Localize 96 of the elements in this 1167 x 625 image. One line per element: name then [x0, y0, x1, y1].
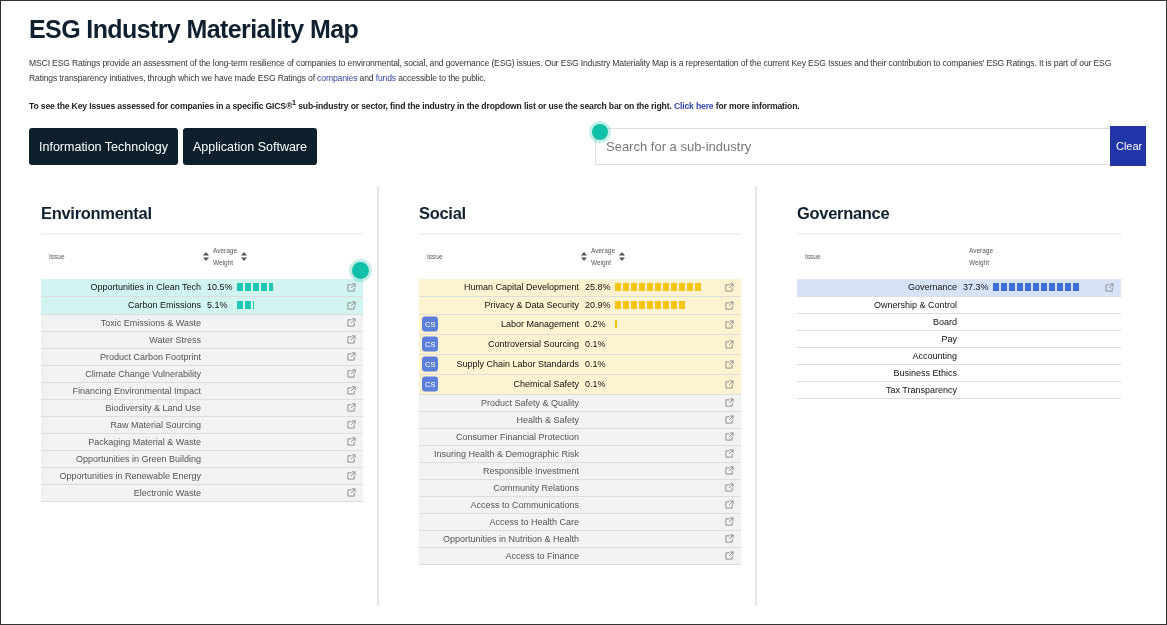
external-link-icon[interactable]	[725, 319, 734, 329]
industry-button[interactable]: Application Software	[183, 128, 317, 166]
external-link-icon[interactable]	[725, 551, 734, 561]
pillar-title: Governance	[797, 195, 1121, 235]
issue-name: Product Carbon Footprint	[99, 351, 201, 362]
weight-value: 20.9%	[585, 300, 612, 311]
external-link-icon[interactable]	[725, 398, 734, 408]
issue-name: Climate Change Vulnerability	[85, 368, 201, 379]
clear-button[interactable]: Clear	[1110, 125, 1146, 166]
external-link-icon[interactable]	[725, 300, 734, 310]
external-link-icon[interactable]	[347, 454, 356, 464]
external-link-icon[interactable]	[725, 282, 734, 292]
issue-name: Governance	[907, 282, 957, 293]
issue-name: Human Capital Development	[463, 282, 579, 293]
pillar-title: Environmental	[41, 195, 363, 235]
issue-name: Insuring Health & Demographic Risk	[433, 448, 579, 459]
external-link-icon[interactable]	[1105, 282, 1114, 292]
issue-name: Community Relations	[493, 482, 579, 493]
issue-name: Health & Safety	[516, 414, 579, 425]
external-link-icon[interactable]	[725, 432, 734, 442]
issue-name: Ownership & Control	[873, 299, 957, 310]
sort-icon[interactable]	[619, 252, 626, 262]
issue-name: Business Ethics	[893, 367, 957, 378]
external-link-icon[interactable]	[347, 488, 356, 498]
external-link-icon[interactable]	[347, 352, 356, 362]
weight-bar	[237, 301, 255, 310]
industry-button[interactable]: Information Technology	[29, 128, 179, 166]
external-link-icon[interactable]	[347, 300, 356, 310]
external-link-icon[interactable]	[725, 517, 734, 527]
external-link-icon[interactable]	[347, 318, 356, 328]
external-link-icon[interactable]	[347, 437, 356, 447]
issue-name: Access to Health Care	[489, 516, 579, 527]
page-title: ESG Industry Materiality Map	[29, 15, 360, 44]
external-link-icon[interactable]	[347, 335, 356, 345]
funds-link[interactable]: funds	[375, 73, 396, 83]
external-link-icon[interactable]	[725, 359, 734, 369]
external-link-icon[interactable]	[725, 339, 734, 349]
sort-icon[interactable]	[241, 252, 248, 262]
external-link-icon[interactable]	[347, 403, 356, 413]
issue-name: Electronic Waste	[133, 487, 201, 498]
weight-value: 5.1%	[207, 300, 229, 311]
issue-name: Accounting	[912, 350, 957, 361]
external-link-icon[interactable]	[725, 466, 734, 476]
weight-value: 0.1%	[585, 359, 607, 370]
weight-value: 10.5%	[207, 282, 234, 293]
search-field[interactable]: Search for a sub-industry	[595, 127, 1110, 165]
issue-name: Financing Environmental Impact	[72, 385, 201, 396]
issue-name: Biodiversity & Land Use	[105, 402, 201, 413]
issue-name: Opportunities in Green Building	[75, 453, 201, 464]
issue-name: Access to Communications	[470, 499, 579, 510]
weight-value: 0.1%	[585, 379, 607, 390]
pillar-title: Social	[419, 195, 741, 235]
external-link-icon[interactable]	[347, 471, 356, 481]
intro-paragraph: MSCI ESG Ratings provide an assessment of the long-term resilience of companies to environmental, social, and governance (ESG) issues. Our ESG Industry Materiality Map is a representation of the current Key ESG Issues and their contribution to companies' ESG Ratings. It is part of our ESG Ratings transparency initiatives, through which we have made ESG Ratings of companies and funds accessible to the public.	[29, 57, 1113, 85]
issue-name: Chemical Safety	[513, 379, 579, 390]
issue-name: Labor Management	[500, 319, 579, 330]
weight-value: 0.2%	[585, 319, 607, 330]
issue-name: Controversial Sourcing	[487, 339, 579, 350]
touch-marker-icon	[352, 261, 369, 279]
issue-name: Privacy & Data Security	[484, 300, 579, 311]
issue-name: Tax Transparency	[885, 384, 957, 395]
issue-name: Board	[932, 316, 957, 327]
issue-name: Supply Chain Labor Standards	[456, 359, 579, 370]
click-here-link[interactable]: Click here	[673, 100, 714, 111]
external-link-icon[interactable]	[725, 500, 734, 510]
issue-name: Responsible Investment	[482, 465, 579, 476]
external-link-icon[interactable]	[347, 282, 356, 292]
external-link-icon[interactable]	[725, 483, 734, 493]
external-link-icon[interactable]	[725, 379, 734, 389]
issue-name: Raw Material Sourcing	[110, 419, 201, 430]
issue-name: Opportunities in Clean Tech	[90, 282, 201, 293]
instruction-text: To see the Key Issues assessed for companies in a specific GICS®$^{1}$ sub-industry or sector, find the industry in the dropdown list or use the search bar on the right. Click here for more information.	[29, 98, 801, 113]
external-link-icon[interactable]	[347, 420, 356, 430]
external-link-icon[interactable]	[725, 449, 734, 459]
issue-name: Opportunities in Nutrition & Health	[442, 533, 579, 544]
issue-name: Pay	[941, 333, 957, 344]
issue-name: Water Stress	[149, 334, 201, 345]
external-link-icon[interactable]	[347, 386, 356, 396]
sort-icon[interactable]	[203, 252, 209, 262]
issue-name: Packaging Material & Waste	[88, 436, 201, 447]
issue-name: Toxic Emissions & Waste	[100, 317, 201, 328]
issue-name: Access to Finance	[505, 550, 579, 561]
companies-link[interactable]: companies	[317, 73, 358, 83]
external-link-icon[interactable]	[725, 415, 734, 425]
issue-name: Consumer Financial Protection	[455, 431, 579, 442]
weight-bar	[615, 301, 687, 310]
issue-name: Carbon Emissions	[127, 300, 201, 311]
touch-marker-icon	[592, 123, 608, 140]
sort-icon[interactable]	[581, 252, 587, 262]
issue-name: Opportunities in Renewable Energy	[59, 470, 201, 481]
weight-value: 37.3%	[963, 282, 990, 293]
weight-value: 0.1%	[585, 339, 607, 350]
external-link-icon[interactable]	[347, 369, 356, 379]
external-link-icon[interactable]	[725, 534, 734, 544]
issue-name: Product Safety & Quality	[480, 397, 579, 408]
weight-value: 25.8%	[585, 282, 612, 293]
